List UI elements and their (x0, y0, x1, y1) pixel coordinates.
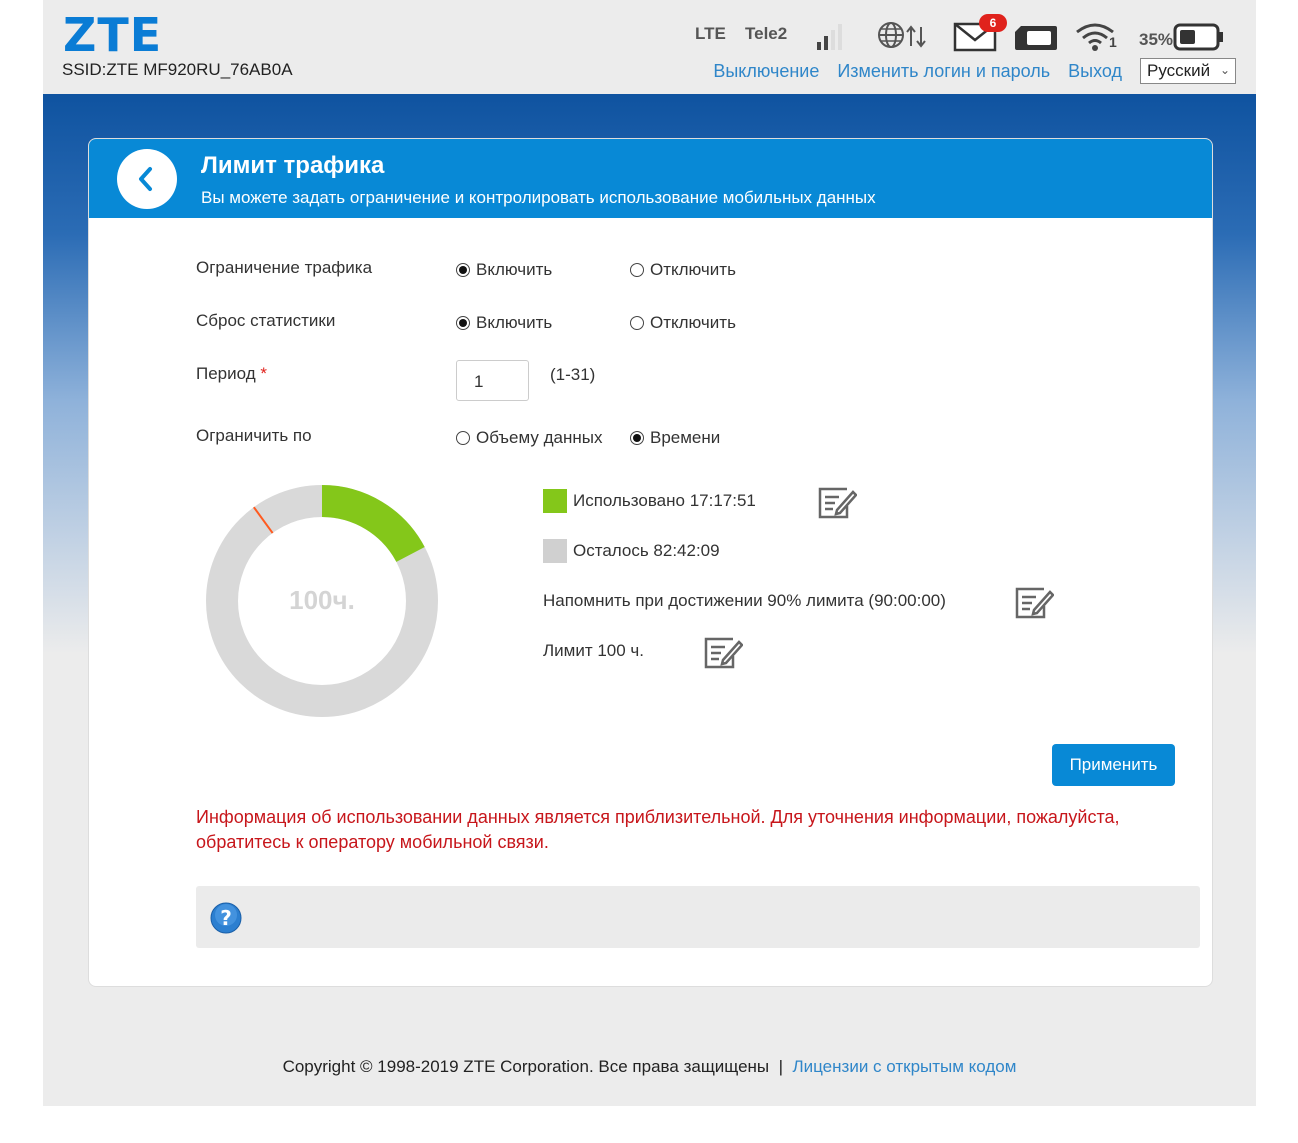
radio-checked-icon (456, 263, 470, 277)
footer: Copyright © 1998-2019 ZTE Corporation. В… (43, 1057, 1256, 1077)
sim-card-icon (1013, 24, 1059, 57)
limit-by-data-label: Объему данных (476, 428, 603, 447)
language-select[interactable]: Русский ⌄ (1140, 58, 1236, 84)
edit-limit-icon[interactable] (703, 636, 743, 670)
limit-by-data-radio[interactable]: Объему данных (456, 428, 602, 448)
reset-stats-off-label: Отключить (650, 313, 736, 332)
ssid-label: SSID:ZTE MF920RU_76AB0A (62, 60, 293, 79)
used-label: Использовано 17:17:51 (573, 491, 756, 510)
limit-by-time-label: Времени (650, 428, 721, 447)
reminder-row: Напомнить при достижении 90% лимита (90:… (543, 591, 946, 611)
remaining-swatch (543, 539, 567, 563)
chevron-left-icon (139, 167, 152, 191)
network-type: LTE (695, 24, 726, 43)
wifi-icon: 1 (1075, 22, 1117, 57)
used-swatch (543, 489, 567, 513)
shutdown-link[interactable]: Выключение (713, 61, 819, 82)
battery-icon (1173, 22, 1225, 57)
top-navigation: Выключение Изменить логин и пароль Выход… (695, 58, 1236, 84)
back-button[interactable] (117, 149, 177, 209)
limit-by-label: Ограничить по (196, 426, 312, 445)
period-input[interactable]: 1 (456, 360, 529, 401)
internet-connection-icon (877, 20, 933, 57)
svg-text:?: ? (220, 906, 232, 930)
limit-label: Лимит 100 ч. (543, 641, 645, 660)
help-icon[interactable]: ? (210, 902, 242, 934)
zte-logo: ZTE (63, 8, 163, 62)
period-label: Период * (196, 364, 267, 384)
top-bar: ZTE SSID:ZTE MF920RU_76AB0A LTE Tele2 6 … (43, 0, 1256, 94)
traffic-limit-off-label: Отключить (650, 260, 736, 279)
usage-donut-chart: 100ч. (206, 485, 438, 717)
battery-percent: 35% (1139, 30, 1174, 49)
period-label-text: Период (196, 364, 256, 383)
logout-link[interactable]: Выход (1068, 61, 1122, 82)
sms-icon[interactable]: 6 (953, 14, 1007, 59)
traffic-limit-on-label: Включить (476, 260, 553, 279)
status-bar: LTE Tele2 6 1 35% (693, 14, 1233, 54)
traffic-limit-on-radio[interactable]: Включить (456, 260, 552, 280)
radio-checked-icon (630, 431, 644, 445)
language-value: Русский (1147, 61, 1211, 80)
page-subtitle: Вы можете задать ограничение и контролир… (201, 188, 876, 207)
traffic-limit-label: Ограничение трафика (196, 258, 373, 277)
period-range-hint: (1-31) (550, 365, 596, 384)
traffic-limit-card: Лимит трафика Вы можете задать ограничен… (88, 138, 1213, 987)
traffic-limit-off-radio[interactable]: Отключить (630, 260, 736, 280)
limit-row: Лимит 100 ч. (543, 641, 644, 661)
radio-unchecked-icon (630, 263, 644, 277)
reset-stats-off-radio[interactable]: Отключить (630, 313, 736, 333)
sms-count-badge: 6 (989, 16, 997, 30)
apply-button[interactable]: Применить (1052, 744, 1175, 786)
required-mark: * (260, 364, 267, 383)
used-legend: Использовано 17:17:51 (543, 489, 756, 513)
footer-separator: | (778, 1057, 784, 1076)
wifi-clients-count: 1 (1109, 34, 1117, 50)
radio-unchecked-icon (630, 316, 644, 330)
remaining-label: Осталось 82:42:09 (573, 541, 720, 560)
chevron-down-icon: ⌄ (1219, 63, 1230, 77)
remaining-legend: Осталось 82:42:09 (543, 539, 720, 563)
limit-by-time-radio[interactable]: Времени (630, 428, 720, 448)
change-login-link[interactable]: Изменить логин и пароль (837, 61, 1050, 82)
reset-stats-label: Сброс статистики (196, 311, 336, 330)
card-header: Лимит трафика Вы можете задать ограничен… (89, 139, 1212, 218)
help-bar: ? (196, 886, 1200, 948)
edit-used-icon[interactable] (817, 486, 857, 520)
donut-center-label: 100ч. (289, 585, 355, 615)
operator-name: Tele2 (745, 24, 788, 43)
radio-unchecked-icon (456, 431, 470, 445)
edit-reminder-icon[interactable] (1014, 586, 1054, 620)
open-source-licenses-link[interactable]: Лицензии с открытым кодом (792, 1057, 1016, 1076)
copyright-text: Copyright © 1998-2019 ZTE Corporation. В… (282, 1057, 770, 1076)
reset-stats-on-radio[interactable]: Включить (456, 313, 552, 333)
page-background: ZTE SSID:ZTE MF920RU_76AB0A LTE Tele2 6 … (43, 0, 1256, 1106)
reminder-label: Напомнить при достижении 90% лимита (90:… (543, 591, 946, 610)
radio-checked-icon (456, 316, 470, 330)
donut-used-arc (321, 485, 425, 563)
page-title: Лимит трафика (201, 152, 385, 179)
usage-disclaimer: Информация об использовании данных являе… (196, 807, 1120, 852)
reset-stats-on-label: Включить (476, 313, 553, 332)
signal-icon (815, 22, 847, 57)
